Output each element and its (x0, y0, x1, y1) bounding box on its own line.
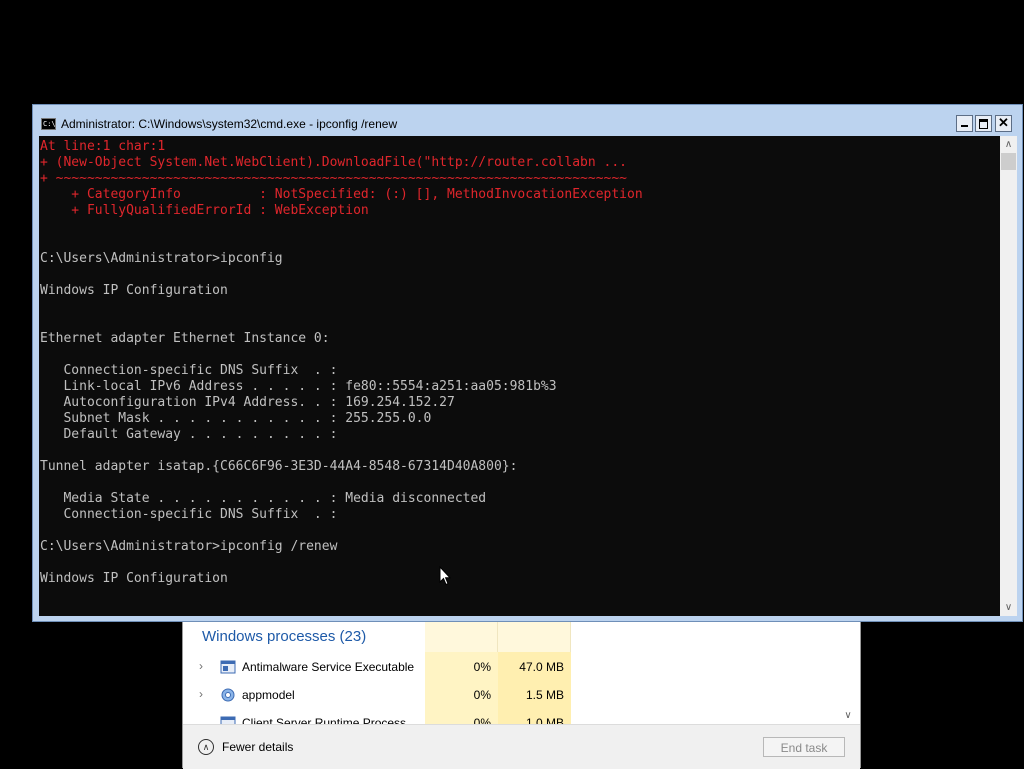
console-line: Ethernet adapter Ethernet Instance 0: (40, 331, 330, 346)
cmd-titlebar[interactable]: C:\ Administrator: C:\Windows\system32\c… (33, 105, 1022, 136)
error-line: + FullyQualifiedErrorId : WebException (40, 203, 369, 218)
error-line: + ~~~~~~~~~~~~~~~~~~~~~~~~~~~~~~~~~~~~~~… (40, 171, 627, 186)
console-line: Connection-specific DNS Suffix . : (40, 507, 338, 522)
process-row[interactable]: › Antimalware Service Executable 0% 47.0… (183, 653, 827, 681)
end-task-button[interactable]: End task (763, 737, 845, 757)
console-line: Subnet Mask . . . . . . . . . . . : 255.… (40, 411, 432, 426)
console-line: Windows IP Configuration (40, 283, 228, 298)
service-icon (220, 716, 236, 724)
console-output[interactable]: At line:1 char:1 + (New-Object System.Ne… (39, 136, 1000, 616)
mouse-pointer-icon (439, 566, 451, 586)
process-name: Antimalware Service Executable (242, 660, 415, 674)
maximize-button[interactable] (975, 115, 992, 132)
fewer-details-label: Fewer details (222, 740, 294, 754)
process-name: Client Server Runtime Process (242, 716, 407, 724)
error-line: + CategoryInfo : NotSpecified: (:) [], M… (40, 187, 643, 202)
chevron-right-icon[interactable]: › (199, 687, 209, 701)
process-memory: 47.0 MB (519, 660, 564, 674)
error-line: At line:1 char:1 (40, 139, 166, 154)
error-line: + (New-Object System.Net.WebClient).Down… (40, 155, 627, 170)
scroll-down-icon[interactable]: ∨ (840, 708, 856, 724)
scroll-down-icon[interactable]: ∨ (1000, 599, 1017, 616)
chevron-up-icon: ∧ (198, 739, 214, 755)
service-icon (220, 660, 236, 674)
console-scrollbar[interactable]: ∧ ∨ (1000, 136, 1017, 616)
console-line: Tunnel adapter isatap.{C66C6F96-3E3D-44A… (40, 459, 518, 474)
task-manager-window: Windows processes (23) › Antimalware Ser… (182, 620, 861, 769)
console-line: Default Gateway . . . . . . . . . : (40, 427, 338, 442)
task-manager-footer: ∧ Fewer details End task (183, 724, 860, 769)
cmd-window[interactable]: C:\ Administrator: C:\Windows\system32\c… (32, 104, 1023, 622)
chevron-right-icon[interactable]: › (199, 659, 209, 673)
close-button[interactable]: ✕ (995, 115, 1012, 132)
console-line: Autoconfiguration IPv4 Address. . : 169.… (40, 395, 455, 410)
process-name: appmodel (242, 688, 295, 702)
gear-icon (221, 688, 235, 702)
console-line: Connection-specific DNS Suffix . : (40, 363, 338, 378)
process-cpu: 0% (473, 660, 491, 674)
group-title-windows-processes: Windows processes (23) (202, 628, 367, 645)
scroll-up-icon[interactable]: ∧ (1000, 136, 1017, 153)
close-icon: ✕ (998, 115, 1009, 130)
console-line: Media State . . . . . . . . . . . : Medi… (40, 491, 487, 506)
console-line: Link-local IPv6 Address . . . . . : fe80… (40, 379, 557, 394)
cmd-icon: C:\ (41, 118, 56, 130)
console-line: C:\Users\Administrator>ipconfig (40, 251, 283, 266)
process-cpu: 0% (473, 688, 491, 702)
process-row[interactable]: › appmodel 0% 1.5 MB (183, 681, 827, 709)
scroll-thumb[interactable] (1001, 153, 1016, 170)
process-memory: 1.0 MB (525, 716, 564, 724)
process-cpu: 0% (473, 716, 491, 724)
fewer-details-button[interactable]: ∧ Fewer details (198, 735, 293, 759)
cmd-window-title: Administrator: C:\Windows\system32\cmd.e… (61, 117, 398, 131)
process-memory: 1.5 MB (525, 688, 564, 702)
console-line: Windows IP Configuration (40, 571, 228, 586)
minimize-button[interactable] (956, 115, 973, 132)
console-line: C:\Users\Administrator>ipconfig /renew (40, 539, 338, 554)
process-row[interactable]: Client Server Runtime Process 0% 1.0 MB (183, 709, 827, 724)
process-list-scrollbar[interactable]: ∨ (840, 620, 856, 724)
